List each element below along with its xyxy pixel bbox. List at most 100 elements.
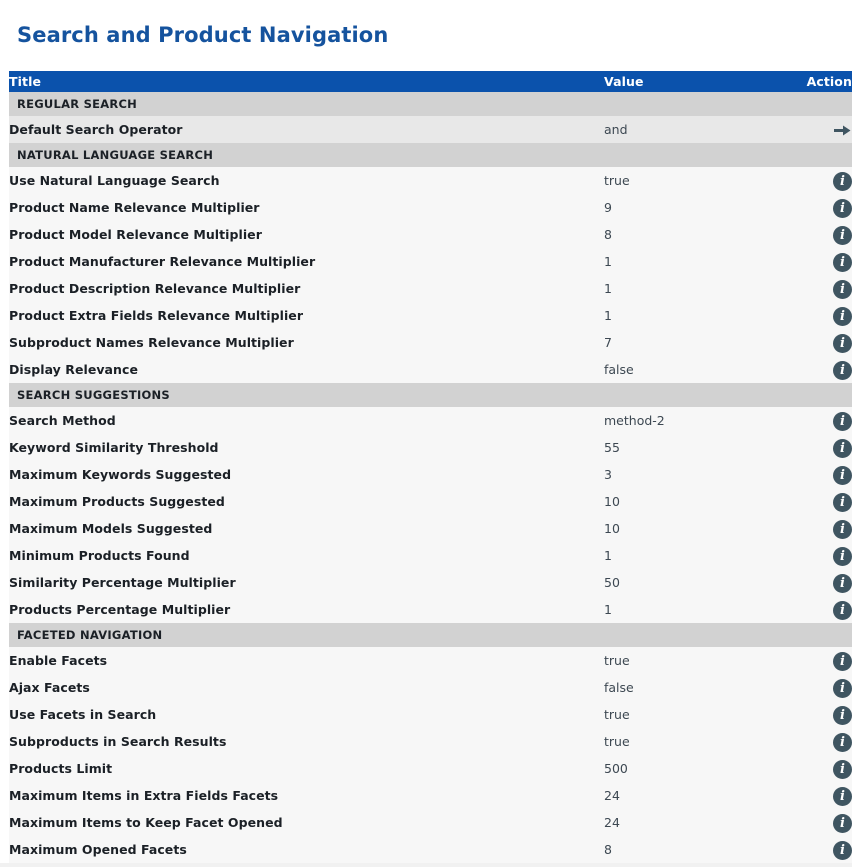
page-title: Search and Product Navigation [17, 23, 389, 48]
column-header-value[interactable]: Value [604, 71, 800, 93]
row-action-cell[interactable]: i [800, 515, 852, 543]
table-row: Similarity Percentage Multiplier 50 i [9, 569, 852, 597]
info-icon[interactable]: i [833, 439, 852, 459]
row-action-cell[interactable]: i [800, 701, 852, 729]
setting-value: true [604, 728, 800, 756]
row-action-cell[interactable]: i [800, 194, 852, 222]
setting-title: Enable Facets [9, 647, 604, 675]
table-row: Product Extra Fields Relevance Multiplie… [9, 302, 852, 330]
info-icon[interactable]: i [833, 547, 852, 567]
row-action-cell[interactable]: i [800, 488, 852, 516]
table-row: Display Relevance false i [9, 356, 852, 384]
setting-title: Subproduct Names Relevance Multiplier [9, 329, 604, 357]
info-icon[interactable]: i [833, 520, 852, 540]
info-icon[interactable]: i [833, 412, 852, 432]
row-action-cell[interactable]: i [800, 782, 852, 810]
row-action-cell[interactable]: i [800, 407, 852, 435]
info-icon[interactable]: i [833, 172, 852, 192]
table-header: Title Value Action [9, 71, 852, 93]
info-icon[interactable]: i [833, 841, 852, 861]
setting-title: Products Limit [9, 755, 604, 783]
row-action-cell[interactable]: i [800, 647, 852, 675]
section-header-row: REGULAR SEARCH [9, 92, 852, 117]
setting-title: Maximum Items in Extra Fields Facets [9, 782, 604, 810]
info-icon[interactable]: i [833, 760, 852, 780]
section-header-label: SEARCH SUGGESTIONS [9, 383, 852, 408]
row-action-cell[interactable]: i [800, 809, 852, 837]
row-action-cell[interactable]: i [800, 596, 852, 624]
info-icon[interactable]: i [833, 493, 852, 513]
row-action-cell[interactable]: i [800, 461, 852, 489]
setting-title: Maximum Models Suggested [9, 515, 604, 543]
info-icon[interactable]: i [833, 601, 852, 621]
info-icon[interactable]: i [833, 706, 852, 726]
setting-title: Keyword Similarity Threshold [9, 434, 604, 462]
info-icon[interactable]: i [833, 466, 852, 486]
table-row: Product Model Relevance Multiplier 8 i [9, 221, 852, 249]
setting-title: Default Search Operator [9, 116, 604, 144]
info-icon[interactable]: i [833, 307, 852, 327]
table-row: Product Manufacturer Relevance Multiplie… [9, 248, 852, 276]
setting-value: 1 [604, 302, 800, 330]
table-row: Default Search Operator and [9, 116, 852, 144]
setting-value: true [604, 647, 800, 675]
table-bottom-spacer [0, 863, 852, 867]
setting-value: 24 [604, 809, 800, 837]
info-icon[interactable]: i [833, 334, 852, 354]
setting-value: 55 [604, 434, 800, 462]
setting-value: false [604, 356, 800, 384]
info-icon[interactable]: i [833, 280, 852, 300]
table-row: Keyword Similarity Threshold 55 i [9, 434, 852, 462]
arrow-right-icon[interactable] [832, 121, 852, 140]
section-header-row: SEARCH SUGGESTIONS [9, 383, 852, 408]
row-action-cell[interactable]: i [800, 674, 852, 702]
info-icon[interactable]: i [833, 787, 852, 807]
section-header-row: FACETED NAVIGATION [9, 623, 852, 648]
column-header-title[interactable]: Title [9, 71, 604, 93]
setting-value: 500 [604, 755, 800, 783]
row-action-cell[interactable]: i [800, 248, 852, 276]
info-icon[interactable]: i [833, 679, 852, 699]
row-action-cell[interactable]: i [800, 569, 852, 597]
row-action-cell[interactable]: i [800, 221, 852, 249]
row-action-cell[interactable]: i [800, 275, 852, 303]
row-action-cell[interactable]: i [800, 728, 852, 756]
row-action-cell[interactable]: i [800, 542, 852, 570]
setting-title: Similarity Percentage Multiplier [9, 569, 604, 597]
setting-title: Product Model Relevance Multiplier [9, 221, 604, 249]
setting-value: 3 [604, 461, 800, 489]
section-header-label: FACETED NAVIGATION [9, 623, 852, 648]
table-row: Maximum Opened Facets 8 i [9, 836, 852, 864]
info-icon[interactable]: i [833, 361, 852, 381]
info-icon[interactable]: i [833, 226, 852, 246]
setting-value: 1 [604, 248, 800, 276]
row-action-cell[interactable]: i [800, 302, 852, 330]
table-row: Maximum Products Suggested 10 i [9, 488, 852, 516]
row-action-cell[interactable]: i [800, 755, 852, 783]
info-icon[interactable]: i [833, 814, 852, 834]
section-header-row: NATURAL LANGUAGE SEARCH [9, 143, 852, 168]
section-header-label: REGULAR SEARCH [9, 92, 852, 117]
row-action-cell[interactable] [800, 116, 852, 144]
row-action-cell[interactable]: i [800, 434, 852, 462]
setting-title: Subproducts in Search Results [9, 728, 604, 756]
setting-title: Product Manufacturer Relevance Multiplie… [9, 248, 604, 276]
info-icon[interactable]: i [833, 733, 852, 753]
row-action-cell[interactable]: i [800, 329, 852, 357]
info-icon[interactable]: i [833, 652, 852, 672]
info-icon[interactable]: i [833, 199, 852, 219]
setting-title: Products Percentage Multiplier [9, 596, 604, 624]
table-row: Products Limit 500 i [9, 755, 852, 783]
info-icon[interactable]: i [833, 574, 852, 594]
table-row: Product Name Relevance Multiplier 9 i [9, 194, 852, 222]
row-action-cell[interactable]: i [800, 356, 852, 384]
setting-value: 7 [604, 329, 800, 357]
info-icon[interactable]: i [833, 253, 852, 273]
setting-title: Use Natural Language Search [9, 167, 604, 195]
setting-title: Display Relevance [9, 356, 604, 384]
column-header-action[interactable]: Action [800, 71, 852, 93]
setting-title: Search Method [9, 407, 604, 435]
setting-title: Maximum Keywords Suggested [9, 461, 604, 489]
row-action-cell[interactable]: i [800, 836, 852, 864]
row-action-cell[interactable]: i [800, 167, 852, 195]
